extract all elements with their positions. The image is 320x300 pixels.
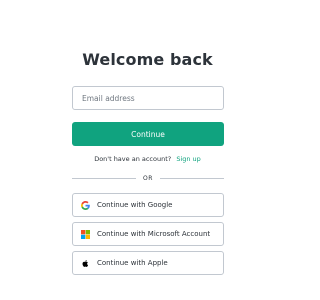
signup-row: Don't have an account? Sign up [0, 155, 295, 163]
signup-prompt: Don't have an account? [94, 155, 172, 163]
google-button-label: Continue with Google [97, 201, 173, 209]
continue-button[interactable]: Continue [72, 122, 224, 146]
page-title: Welcome back [82, 50, 213, 69]
continue-with-microsoft-button[interactable]: Continue with Microsoft Account [72, 222, 224, 246]
apple-icon [81, 259, 90, 268]
google-icon [81, 200, 90, 210]
continue-with-apple-button[interactable]: Continue with Apple [72, 251, 224, 275]
email-input[interactable] [72, 86, 224, 110]
continue-with-google-button[interactable]: Continue with Google [72, 193, 224, 217]
divider-label: OR [143, 175, 153, 182]
divider-line-left [72, 178, 137, 179]
divider-line-right [159, 178, 224, 179]
signup-link[interactable]: Sign up [176, 155, 201, 163]
microsoft-button-label: Continue with Microsoft Account [97, 230, 211, 238]
microsoft-icon [81, 229, 90, 239]
or-divider: OR [72, 174, 224, 183]
apple-button-label: Continue with Apple [97, 259, 168, 267]
